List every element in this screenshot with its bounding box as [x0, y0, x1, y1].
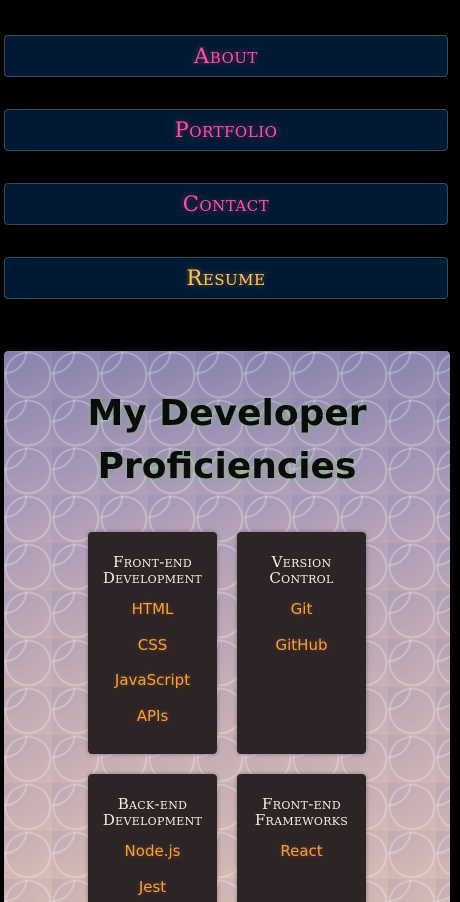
- skill-item: GitHub: [275, 635, 328, 654]
- card-frontend-frameworks: Front-end Frameworks React: [237, 774, 366, 902]
- nav-contact-button[interactable]: Contact: [4, 183, 448, 225]
- card-heading: Version Control: [269, 553, 334, 587]
- skill-item: Node.js: [124, 842, 181, 860]
- card-heading: Back-end Development: [102, 795, 203, 829]
- title-line-1: My Developer: [87, 393, 367, 434]
- card-version-control: Version Control Git GitHub: [237, 532, 366, 754]
- skill-item: CSS: [137, 635, 168, 654]
- nav-about-button[interactable]: About: [4, 35, 448, 77]
- nav-portfolio-button[interactable]: Portfolio: [4, 109, 448, 151]
- skill-item: JavaScript: [114, 671, 191, 689]
- card-heading: Front-end Frameworks: [254, 795, 349, 829]
- card-heading: Front-end Development: [102, 553, 203, 587]
- proficiencies-section: My Developer Proficiencies Front-end Dev…: [4, 351, 450, 902]
- skill-item: Git: [290, 600, 313, 618]
- title-line-2: Proficiencies: [97, 446, 357, 487]
- skill-item: React: [280, 842, 323, 860]
- skill-item: HTML: [131, 600, 174, 618]
- skill-item: Jest: [138, 877, 167, 896]
- proficiencies-title: My Developer Proficiencies: [4, 387, 450, 493]
- card-backend-development: Back-end Development Node.js Jest: [88, 774, 217, 902]
- skill-item: APIs: [136, 706, 169, 725]
- card-frontend-development: Front-end Development HTML CSS JavaScrip…: [88, 532, 217, 754]
- nav-resume-button[interactable]: Resume: [4, 257, 448, 299]
